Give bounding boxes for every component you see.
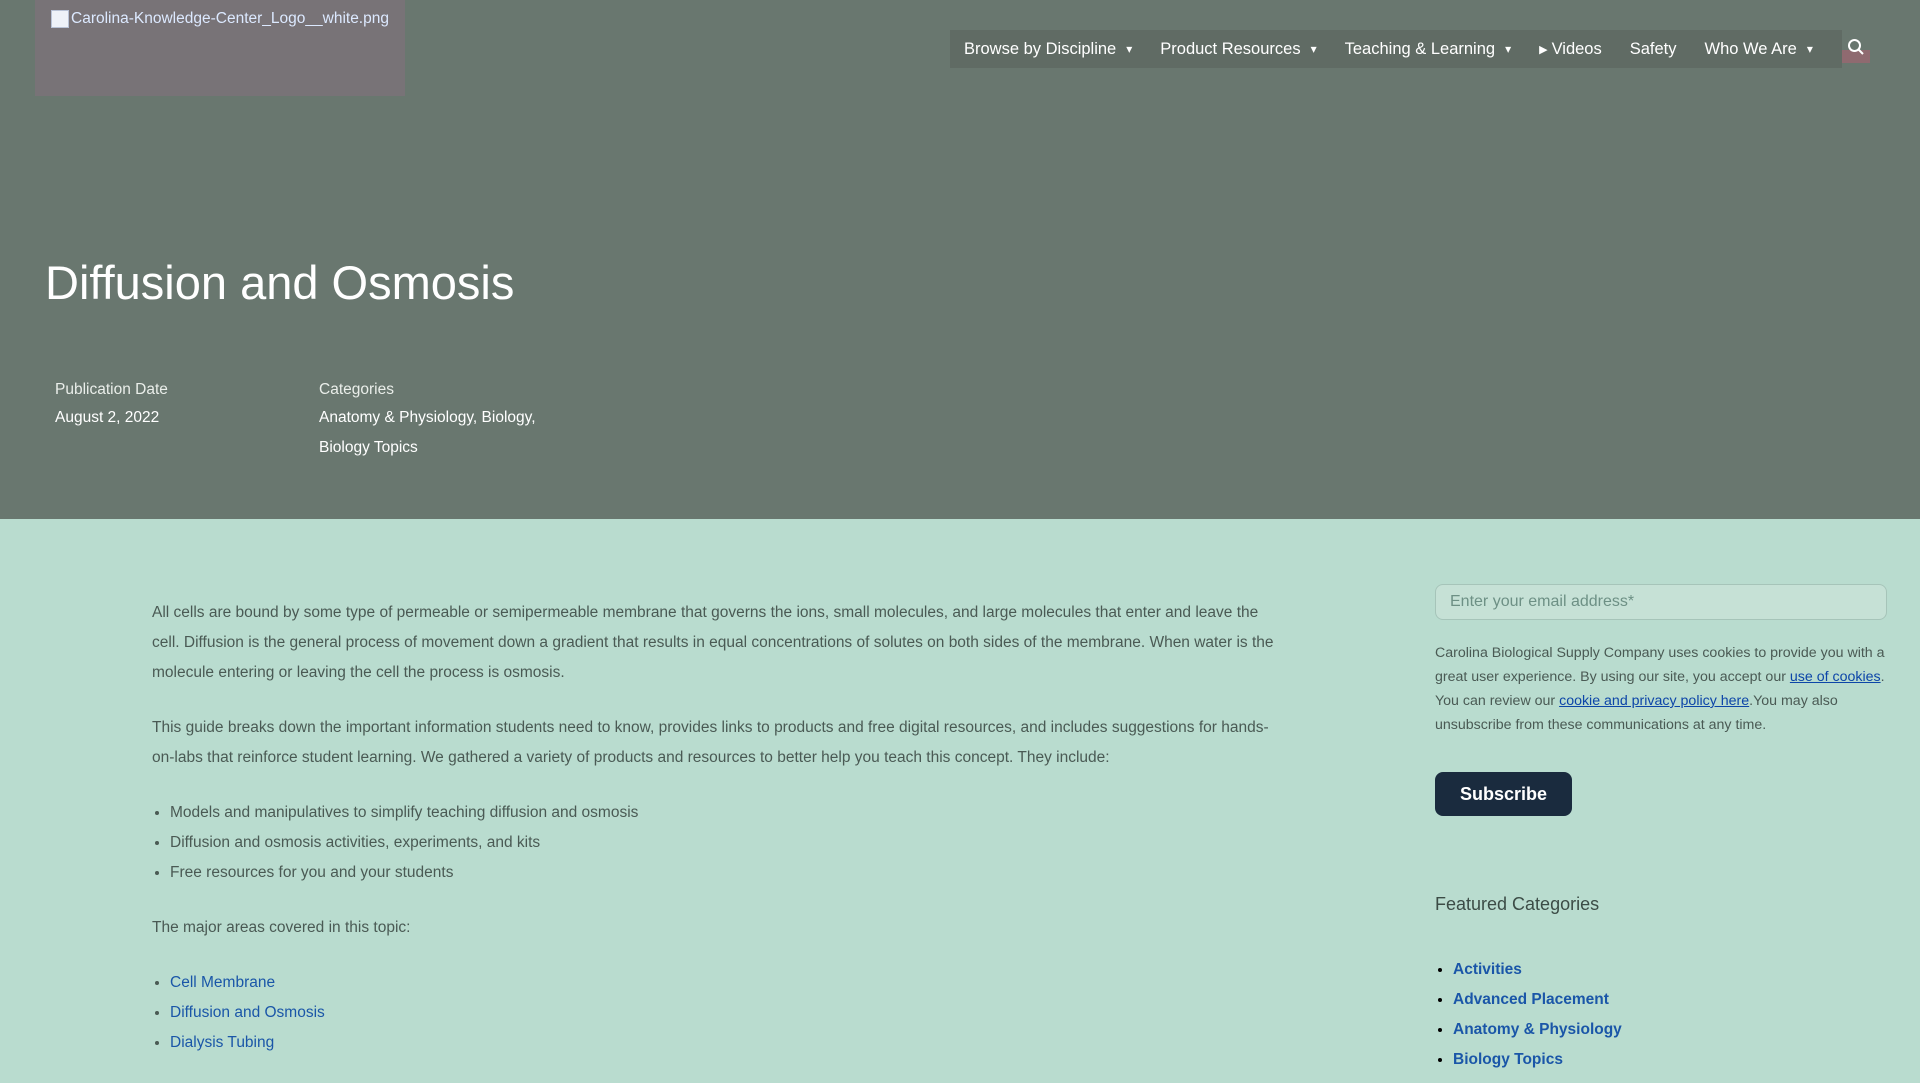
nav-label: Browse by Discipline xyxy=(964,39,1117,58)
list-item: Anatomy & Physiology xyxy=(1453,1015,1622,1045)
search-icon xyxy=(1848,39,1864,55)
site-logo[interactable]: Carolina-Knowledge-Center_Logo__white.pn… xyxy=(35,0,405,96)
chevron-down-icon: ▾ xyxy=(1126,42,1133,56)
cookie-notice: Carolina Biological Supply Company uses … xyxy=(1435,641,1895,737)
nav-label: Who We Are xyxy=(1704,39,1797,58)
use-of-cookies-link[interactable]: use of cookies xyxy=(1790,669,1881,685)
email-field[interactable] xyxy=(1435,584,1887,620)
intro-paragraph: All cells are bound by some type of perm… xyxy=(152,604,1274,681)
nav-label: Product Resources xyxy=(1160,39,1301,58)
list-item: Cell Membrane xyxy=(170,968,1274,998)
guide-paragraph: This guide breaks down the important inf… xyxy=(152,719,1269,766)
nav-label: Teaching & Learning xyxy=(1344,39,1496,58)
featured-link-anatomy-physiology[interactable]: Anatomy & Physiology xyxy=(1453,1021,1622,1038)
nav-label: Videos xyxy=(1551,39,1602,58)
nav-who-we-are[interactable]: Who We Are ▾ xyxy=(1691,30,1827,68)
subscribe-button[interactable]: Subscribe xyxy=(1435,772,1572,816)
logo-alt-text[interactable]: Carolina-Knowledge-Center_Logo__white.pn… xyxy=(35,4,405,34)
list-item: Activities xyxy=(1453,955,1622,985)
nav-videos[interactable]: ▶ Videos xyxy=(1525,30,1616,68)
featured-categories-list: Activities Advanced Placement Anatomy & … xyxy=(1435,955,1622,1075)
topics-list: Cell Membrane Diffusion and Osmosis Dial… xyxy=(152,968,1274,1058)
list-item: Diffusion and Osmosis xyxy=(170,998,1274,1028)
nav-browse-by-discipline[interactable]: Browse by Discipline ▾ xyxy=(950,30,1146,68)
article-body: All cells are bound by some type of perm… xyxy=(152,598,1274,1083)
privacy-policy-link[interactable]: cookie and privacy policy here xyxy=(1559,693,1749,709)
search-button[interactable] xyxy=(1842,30,1870,64)
chevron-down-icon: ▾ xyxy=(1505,42,1512,56)
nav-label: Safety xyxy=(1629,39,1677,58)
categories-line-1[interactable]: Anatomy & Physiology, Biology, xyxy=(319,403,536,433)
logo-alt-label: Carolina-Knowledge-Center_Logo__white.pn… xyxy=(71,10,389,27)
list-item: Diffusion and osmosis activities, experi… xyxy=(170,828,1274,858)
publication-date-label: Publication Date xyxy=(55,381,168,398)
featured-link-activities[interactable]: Activities xyxy=(1453,961,1522,978)
topic-link-cell-membrane[interactable]: Cell Membrane xyxy=(170,974,275,991)
list-item: Advanced Placement xyxy=(1453,985,1622,1015)
broken-image-icon xyxy=(51,9,70,28)
resources-list: Models and manipulatives to simplify tea… xyxy=(152,798,1274,888)
topic-link-diffusion-osmosis[interactable]: Diffusion and Osmosis xyxy=(170,1004,325,1021)
list-item: Biology Topics xyxy=(1453,1045,1622,1075)
categories-line-2[interactable]: Biology Topics xyxy=(319,433,418,463)
featured-categories-heading: Featured Categories xyxy=(1435,894,1600,914)
nav-product-resources[interactable]: Product Resources ▾ xyxy=(1146,30,1330,68)
topic-link-dialysis-tubing[interactable]: Dialysis Tubing xyxy=(170,1034,274,1051)
nav-safety[interactable]: Safety xyxy=(1616,30,1691,68)
page-title: Diffusion and Osmosis xyxy=(45,256,515,309)
play-icon: ▶ xyxy=(1539,43,1548,56)
main-nav: Browse by Discipline ▾ Product Resources ▾… xyxy=(950,30,1842,68)
categories-label: Categories xyxy=(319,381,394,398)
nav-teaching-learning[interactable]: Teaching & Learning ▾ xyxy=(1331,30,1525,68)
chevron-down-icon: ▾ xyxy=(1310,42,1317,56)
topics-intro: The major areas covered in this topic: xyxy=(152,919,411,936)
featured-link-advanced-placement[interactable]: Advanced Placement xyxy=(1453,991,1609,1008)
featured-link-biology-topics[interactable]: Biology Topics xyxy=(1453,1051,1563,1068)
hero-banner: Carolina-Knowledge-Center_Logo__white.pn… xyxy=(0,0,1920,519)
chevron-down-icon: ▾ xyxy=(1806,42,1813,56)
list-item: Free resources for you and your students xyxy=(170,858,1274,888)
list-item: Dialysis Tubing xyxy=(170,1028,1274,1058)
list-item: Models and manipulatives to simplify tea… xyxy=(170,798,1274,828)
publication-date: August 2, 2022 xyxy=(55,409,160,426)
